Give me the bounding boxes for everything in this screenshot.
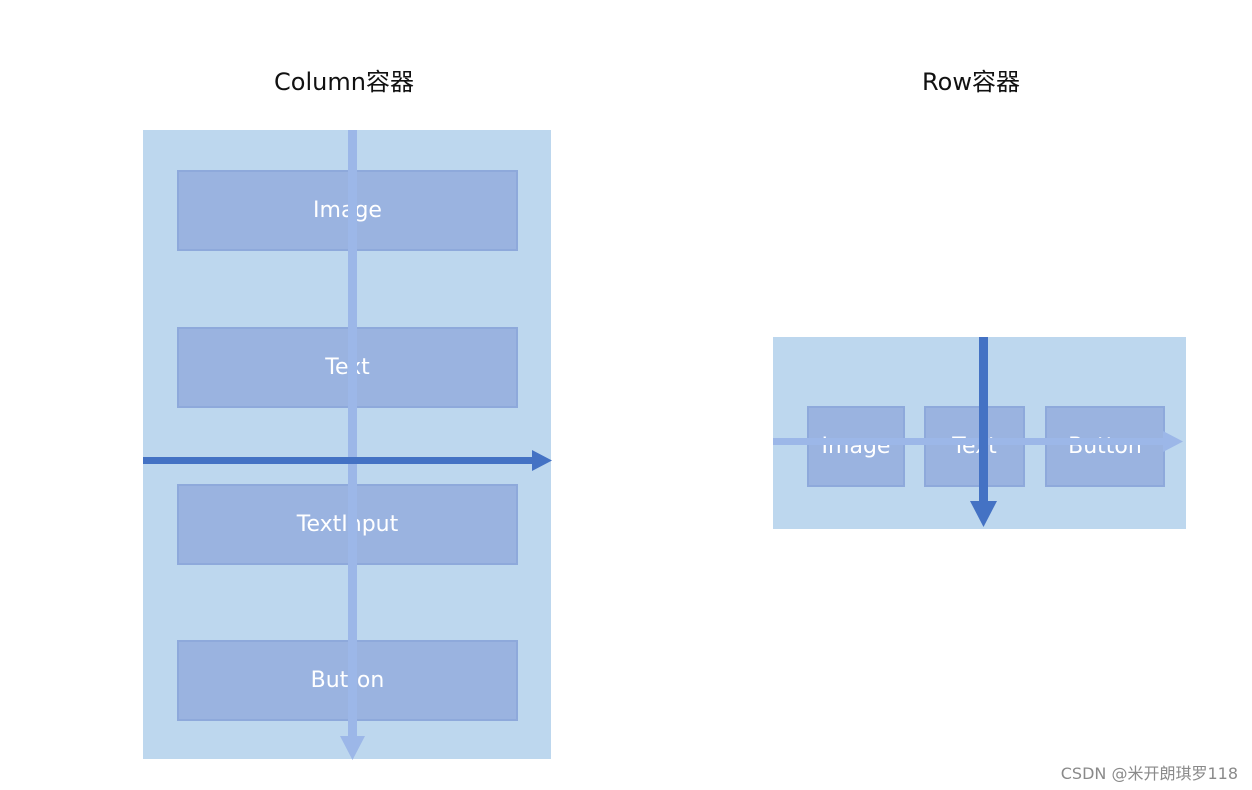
- column-title: Column容器: [274, 68, 414, 96]
- row-item-button: Button: [1045, 406, 1165, 487]
- column-item-button: Button: [177, 640, 518, 721]
- row-item-text: Text: [924, 406, 1025, 487]
- column-item-image: Image: [177, 170, 518, 251]
- row-item-image: Image: [807, 406, 905, 487]
- column-item-textinput: TextInput: [177, 484, 518, 565]
- column-item-text: Text: [177, 327, 518, 408]
- row-title: Row容器: [922, 68, 1020, 96]
- watermark: CSDN @米开朗琪罗118: [1060, 764, 1238, 783]
